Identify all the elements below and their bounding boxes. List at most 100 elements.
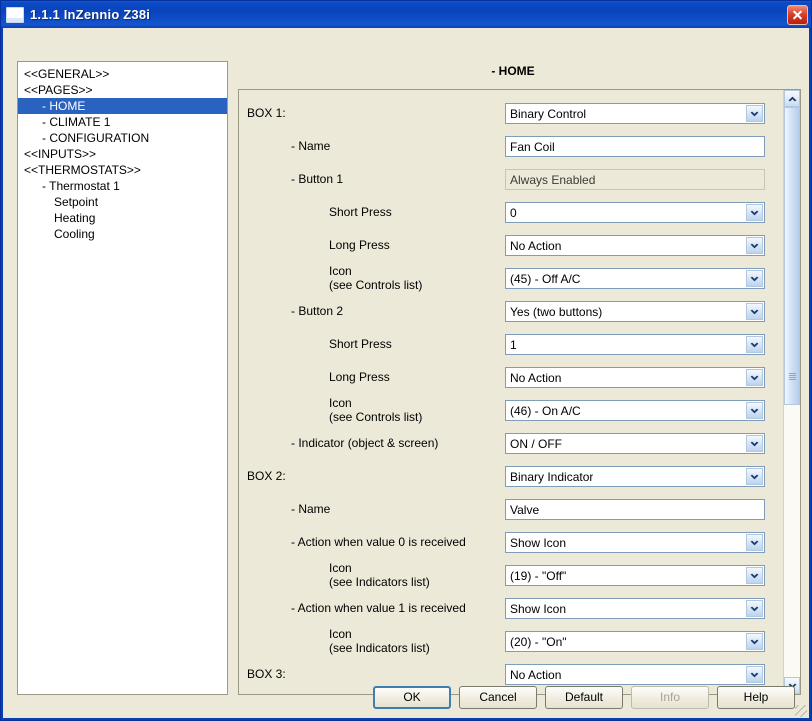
parameter-label: Icon (see Controls list) <box>247 395 505 425</box>
chevron-down-icon[interactable] <box>746 435 763 452</box>
tree-item[interactable]: - HOME <box>18 98 227 114</box>
chevron-down-icon[interactable] <box>746 600 763 617</box>
ok-button[interactable]: OK <box>373 685 451 709</box>
tree-item[interactable]: Setpoint <box>18 194 227 210</box>
dropdown-select[interactable]: 0 <box>505 202 765 223</box>
parameter-label-text: Icon <box>329 263 352 278</box>
info-button: Info <box>631 685 709 709</box>
dropdown-select[interactable]: 1 <box>505 334 765 355</box>
parameter-label-text: - Name <box>291 501 331 516</box>
chevron-down-icon[interactable] <box>746 468 763 485</box>
tree-item[interactable]: <<GENERAL>> <box>18 66 227 82</box>
parameter-row: Long Press No Action <box>239 229 783 262</box>
parameter-rows: BOX 1: Binary Control - Name Fan Coil - Butt… <box>239 90 783 691</box>
parameter-label: Icon (see Indicators list) <box>247 627 505 656</box>
chevron-down-icon[interactable] <box>746 534 763 551</box>
parameter-row: Short Press 0 <box>239 196 783 229</box>
parameter-label: - Action when value 1 is received <box>247 601 505 616</box>
dropdown-value: 0 <box>510 205 517 220</box>
parameter-label: Icon (see Indicators list) <box>247 561 505 590</box>
parameter-row: - Action when value 0 is received Show Ic… <box>239 526 783 559</box>
dropdown-select[interactable]: Show Icon <box>505 532 765 553</box>
vertical-scrollbar[interactable] <box>783 90 800 694</box>
chevron-down-icon[interactable] <box>746 633 763 650</box>
dropdown-value: No Action <box>510 370 562 385</box>
dropdown-value: 1 <box>510 337 517 352</box>
chevron-down-icon[interactable] <box>746 303 763 320</box>
dropdown-select[interactable]: Show Icon <box>505 598 765 619</box>
parameter-row: Icon (see Controls list) (45) - Off A/C <box>239 262 783 295</box>
parameter-label-text: - Name <box>291 138 331 153</box>
parameter-control: Always Enabled <box>505 169 765 190</box>
dropdown-select[interactable]: No Action <box>505 367 765 388</box>
parameter-label-text: - Button 2 <box>291 303 344 318</box>
chevron-down-icon[interactable] <box>746 567 763 584</box>
chevron-down-icon[interactable] <box>746 237 763 254</box>
dialog-button-bar: OK Cancel Default Info Help <box>3 685 809 709</box>
dropdown-value: (45) - Off A/C <box>510 271 581 286</box>
chevron-down-icon[interactable] <box>746 402 763 419</box>
parameter-label: Short Press <box>247 337 505 352</box>
chevron-down-icon[interactable] <box>746 105 763 122</box>
resize-grip[interactable] <box>795 705 807 717</box>
dropdown-select[interactable]: (20) - "On" <box>505 631 765 652</box>
parameter-control: No Action <box>505 367 765 388</box>
parameter-label: BOX 3: <box>247 666 505 682</box>
dropdown-select[interactable]: ON / OFF <box>505 433 765 454</box>
scroll-up-button[interactable] <box>784 90 800 107</box>
readonly-field: Always Enabled <box>505 169 765 190</box>
parameter-label-text: BOX 1: <box>247 105 286 120</box>
chevron-down-icon[interactable] <box>746 666 763 683</box>
dropdown-select[interactable]: Binary Indicator <box>505 466 765 487</box>
chevron-down-icon[interactable] <box>746 204 763 221</box>
parameter-label-text: Short Press <box>329 204 392 219</box>
parameter-control: Yes (two buttons) <box>505 301 765 322</box>
dropdown-value: Binary Indicator <box>510 469 594 484</box>
dropdown-select[interactable]: (46) - On A/C <box>505 400 765 421</box>
tree-item[interactable]: - CLIMATE 1 <box>18 114 227 130</box>
tree-item[interactable]: <<PAGES>> <box>18 82 227 98</box>
text-input[interactable]: Valve <box>505 499 765 520</box>
parameter-label: - Button 1 <box>247 172 505 187</box>
dropdown-select[interactable]: (45) - Off A/C <box>505 268 765 289</box>
dropdown-select[interactable]: No Action <box>505 664 765 685</box>
navigation-tree[interactable]: <<GENERAL>> <<PAGES>> - HOME - CLIMATE 1- C… <box>17 61 228 695</box>
parameter-label-text: Icon <box>329 395 352 410</box>
scrollbar-grip <box>789 373 796 380</box>
close-icon[interactable] <box>787 4 808 25</box>
chevron-down-icon[interactable] <box>746 270 763 287</box>
parameter-label-text: BOX 3: <box>247 666 286 681</box>
dropdown-select[interactable]: Yes (two buttons) <box>505 301 765 322</box>
parameter-panel: BOX 1: Binary Control - Name Fan Coil - Butt… <box>238 89 801 695</box>
cancel-button[interactable]: Cancel <box>459 685 537 709</box>
dropdown-value: (19) - "Off" <box>510 568 567 583</box>
dropdown-select[interactable]: Binary Control <box>505 103 765 124</box>
parameter-scroll-area: BOX 1: Binary Control - Name Fan Coil - Butt… <box>239 90 783 694</box>
scrollbar-thumb[interactable] <box>784 107 800 405</box>
parameter-label-text: - Indicator (object & screen) <box>291 435 439 450</box>
parameter-label: Long Press <box>247 238 505 253</box>
tree-item[interactable]: - Thermostat 1 <box>18 178 227 194</box>
parameter-row: Long Press No Action <box>239 361 783 394</box>
tree-item[interactable]: <<THERMOSTATS>> <box>18 162 227 178</box>
dropdown-value: (46) - On A/C <box>510 403 581 418</box>
parameter-control: (20) - "On" <box>505 631 765 652</box>
parameter-control: Show Icon <box>505 532 765 553</box>
parameter-row: - Button 1 Always Enabled <box>239 163 783 196</box>
scrollbar-track[interactable] <box>784 107 800 677</box>
dropdown-select[interactable]: No Action <box>505 235 765 256</box>
text-input[interactable]: Fan Coil <box>505 136 765 157</box>
dropdown-select[interactable]: (19) - "Off" <box>505 565 765 586</box>
chevron-down-icon[interactable] <box>746 336 763 353</box>
tree-item[interactable]: Cooling <box>18 226 227 242</box>
default-button[interactable]: Default <box>545 685 623 709</box>
chevron-down-icon[interactable] <box>746 369 763 386</box>
parameter-label: - Name <box>247 138 505 154</box>
parameter-label: - Action when value 0 is received <box>247 535 505 550</box>
tree-item[interactable]: Heating <box>18 210 227 226</box>
help-button[interactable]: Help <box>717 685 795 709</box>
tree-item[interactable]: <<INPUTS>> <box>18 146 227 162</box>
tree-item[interactable]: - CONFIGURATION <box>18 130 227 146</box>
dropdown-value: Show Icon <box>510 535 567 550</box>
dialog-client-area: <<GENERAL>> <<PAGES>> - HOME - CLIMATE 1- C… <box>3 28 809 718</box>
